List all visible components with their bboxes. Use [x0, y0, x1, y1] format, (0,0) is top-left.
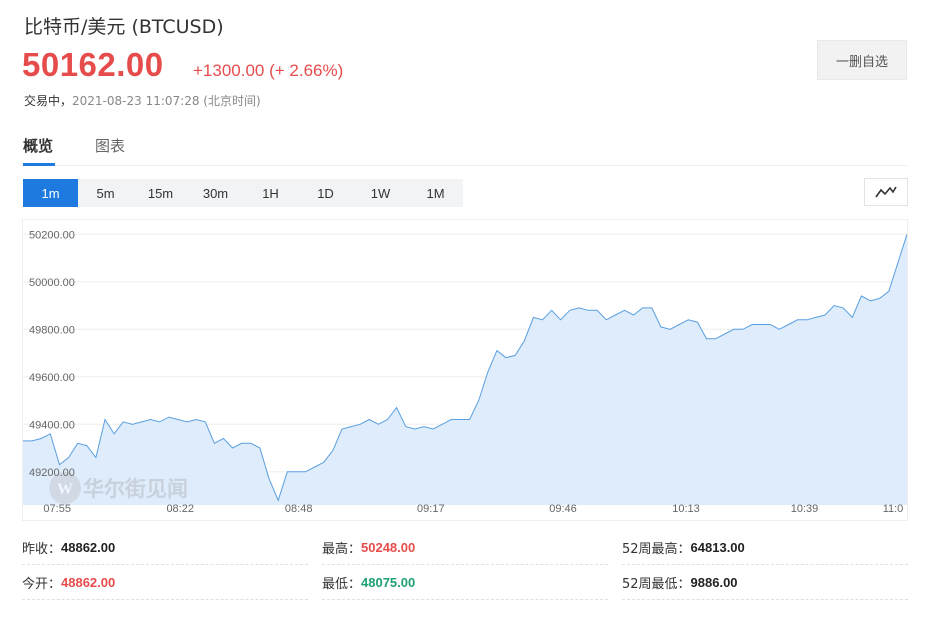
active-tab-indicator [23, 163, 55, 166]
period-1w[interactable]: 1W [353, 179, 408, 207]
price-area-fill [23, 234, 907, 506]
period-1mo[interactable]: 1M [408, 179, 463, 207]
chart-type-button[interactable] [864, 178, 908, 206]
tab-chart[interactable]: 图表 [95, 135, 125, 156]
price-change: +1300.00 (+ 2.66%) [193, 61, 344, 80]
x-tick-label: 11:0 [883, 503, 904, 515]
stat-value: 50248.00 [361, 539, 416, 555]
trade-status: 交易中，2021-08-23 11:07:28 (北京时间) [24, 92, 261, 109]
timestamp: 2021-08-23 11:07:28 [72, 94, 200, 108]
stat-52w-high: 52周最高： 64813.00 [622, 530, 908, 565]
stat-label: 最高： [322, 541, 362, 557]
x-tick-label: 09:17 [417, 503, 445, 515]
stat-value: 48862.00 [61, 574, 116, 590]
stat-label: 52周最高： [622, 541, 691, 557]
stat-open: 今开： 48862.00 [22, 565, 308, 600]
x-tick-label: 07:55 [43, 503, 71, 515]
stat-label: 最低： [322, 576, 362, 592]
x-tick-label: 10:39 [791, 503, 819, 515]
period-5m[interactable]: 5m [78, 179, 133, 207]
price-chart[interactable]: W 华尔街见闻 50200.00 50000.00 49800.00 49600.00… [22, 219, 908, 521]
period-1m[interactable]: 1m [23, 179, 78, 207]
period-selector: 1m 5m 15m 30m 1H 1D 1W 1M [23, 179, 463, 207]
current-price: 50162.00 [22, 46, 164, 83]
stat-low: 最低： 48075.00 [322, 565, 608, 600]
stat-label: 52周最低： [622, 576, 691, 592]
timezone-label: (北京时间) [203, 94, 261, 108]
x-tick-label: 10:13 [672, 503, 700, 515]
tab-bar: 概览 图表 [22, 130, 907, 166]
period-1h[interactable]: 1H [243, 179, 298, 207]
status-label: 交易中， [24, 94, 73, 108]
stat-value: 64813.00 [690, 539, 745, 555]
watermark-logo-letter: W [57, 481, 73, 498]
period-15m[interactable]: 15m [133, 179, 188, 207]
period-30m[interactable]: 30m [188, 179, 243, 207]
x-tick-label: 08:48 [285, 503, 313, 515]
stat-value: 48075.00 [361, 574, 416, 590]
tab-overview[interactable]: 概览 [23, 135, 53, 156]
stats-row: 昨收： 48862.00 最高： 50248.00 52周最高： 64813.00 [22, 530, 908, 565]
stats-row: 今开： 48862.00 最低： 48075.00 52周最低： 9886.00 [22, 565, 908, 600]
stat-label: 昨收： [22, 541, 62, 557]
y-tick-label: 50000.00 [29, 277, 75, 289]
instrument-title: 比特币/美元 (BTCUSD) [24, 16, 224, 38]
y-tick-label: 49600.00 [29, 372, 75, 384]
x-tick-label: 08:22 [166, 503, 194, 515]
y-tick-label: 49400.00 [29, 419, 75, 431]
watermark-text: 华尔街见闻 [83, 476, 188, 501]
x-tick-label: 09:46 [549, 503, 577, 515]
period-1d[interactable]: 1D [298, 179, 353, 207]
stat-value: 48862.00 [61, 539, 116, 555]
stat-value: 9886.00 [690, 574, 738, 590]
line-chart-icon [875, 186, 897, 198]
stat-prev-close: 昨收： 48862.00 [22, 530, 308, 565]
y-tick-label: 50200.00 [29, 229, 75, 241]
stat-label: 今开： [22, 576, 62, 592]
y-tick-label: 49200.00 [29, 467, 75, 479]
stat-high: 最高： 50248.00 [322, 530, 608, 565]
price-chart-svg: W 华尔街见闻 50200.00 50000.00 49800.00 49600.00… [23, 229, 907, 515]
stat-52w-low: 52周最低： 9886.00 [622, 565, 908, 600]
y-tick-label: 49800.00 [29, 324, 75, 336]
remove-favorite-button[interactable]: 一删自选 [817, 40, 907, 80]
